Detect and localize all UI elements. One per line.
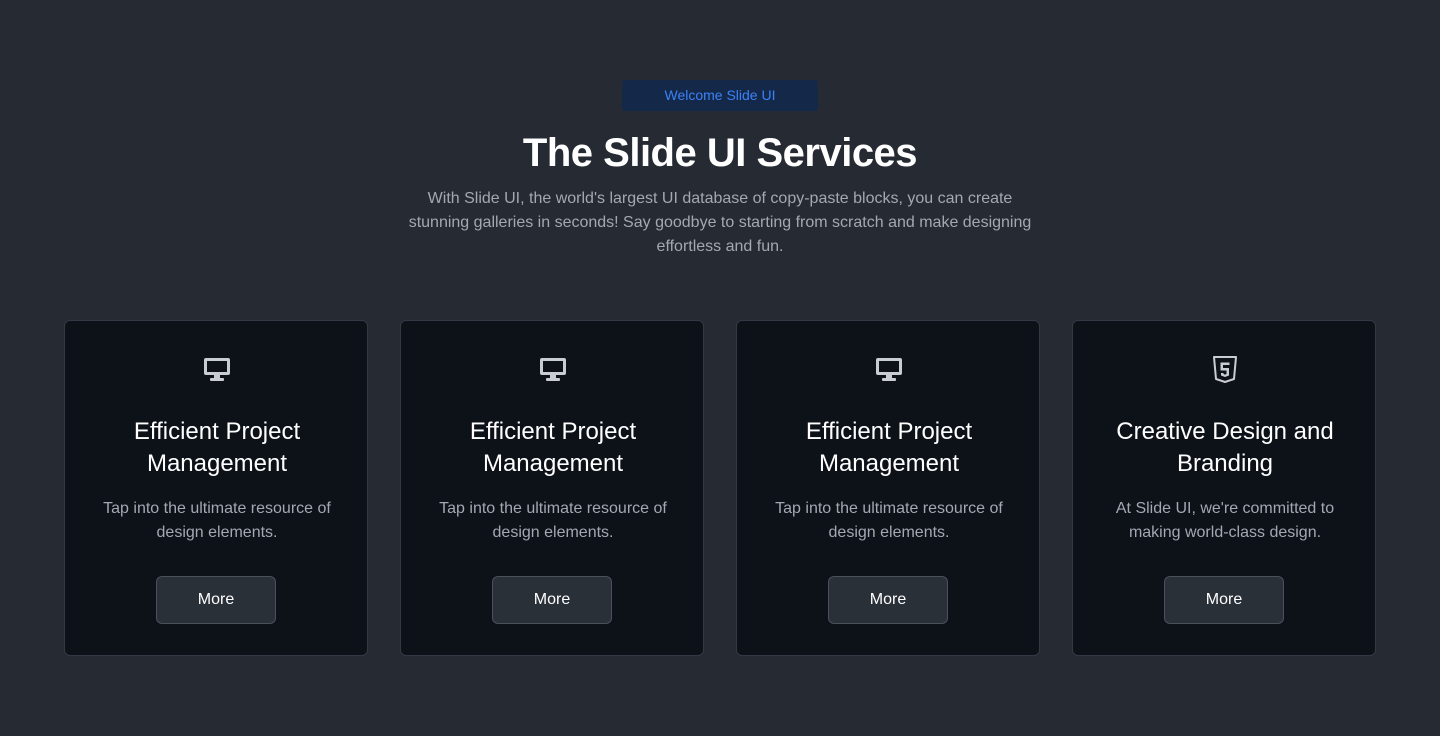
card-description: Tap into the ultimate resource of design… (439, 500, 667, 541)
html5-icon (1209, 355, 1241, 383)
more-button[interactable]: More (156, 576, 276, 624)
desktop-icon (537, 355, 569, 383)
desktop-icon (873, 355, 905, 383)
welcome-badge: Welcome Slide UI (622, 80, 818, 111)
card-title: Efficient Project Management (133, 418, 301, 477)
card-description: At Slide UI, we're committed to making w… (1115, 500, 1335, 541)
services-page: Welcome Slide UI The Slide UI Services W… (0, 0, 1440, 736)
card-description: Tap into the ultimate resource of design… (103, 500, 331, 541)
card-title: Creative Design and Branding (1116, 418, 1334, 477)
service-card: Efficient Project Management Tap into th… (400, 320, 704, 656)
service-card: Creative Design and Branding At Slide UI… (1072, 320, 1376, 656)
more-button[interactable]: More (828, 576, 948, 624)
card-description: Tap into the ultimate resource of design… (775, 500, 1003, 541)
desktop-icon (201, 355, 233, 383)
services-card-grid: Efficient Project Management Tap into th… (64, 320, 1376, 656)
more-button[interactable]: More (492, 576, 612, 624)
page-title: The Slide UI Services (522, 131, 918, 175)
service-card: Efficient Project Management Tap into th… (64, 320, 368, 656)
service-card: Efficient Project Management Tap into th… (736, 320, 1040, 656)
page-subtitle: With Slide UI, the world's largest UI da… (408, 190, 1032, 255)
card-title: Efficient Project Management (805, 418, 973, 477)
card-title: Efficient Project Management (469, 418, 637, 477)
more-button[interactable]: More (1164, 576, 1284, 624)
services-header: Welcome Slide UI The Slide UI Services W… (0, 80, 1440, 259)
